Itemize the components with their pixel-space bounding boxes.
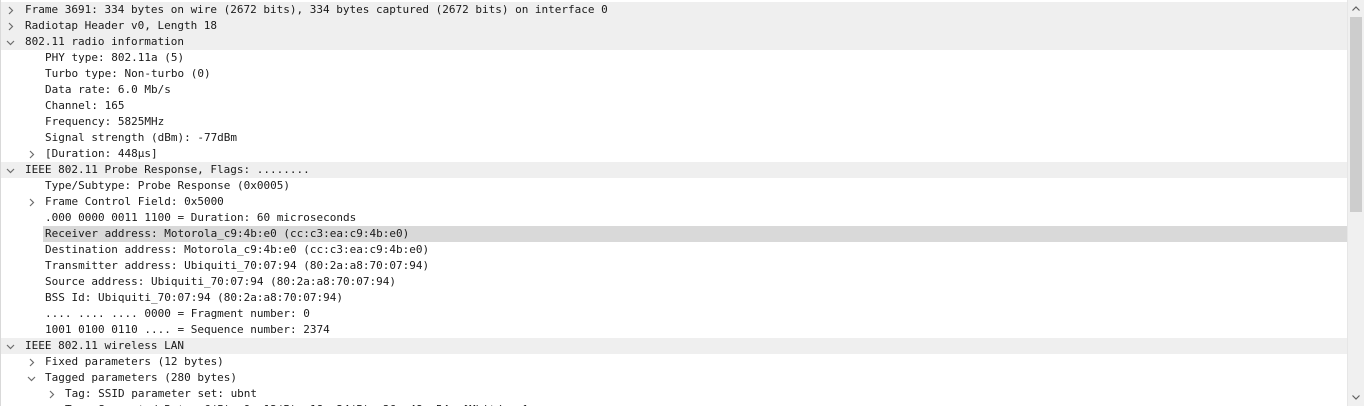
tree-row-label: Destination address: Motorola_c9:4b:e0 (…: [45, 243, 430, 256]
chevron-right-icon[interactable]: [45, 386, 57, 402]
chevron-right-icon[interactable]: [45, 402, 57, 406]
vertical-scrollbar[interactable]: [1347, 0, 1364, 406]
tree-row-label: Fixed parameters (12 bytes): [45, 355, 224, 368]
tree-row-label: Data rate: 6.0 Mb/s: [45, 83, 171, 96]
tree-row[interactable]: [Duration: 448µs]: [1, 146, 1348, 162]
tree-row[interactable]: Type/Subtype: Probe Response (0x0005): [1, 178, 1348, 194]
tree-row-label: Tag: Supported Rates 6(B), 9, 12(B), 18,…: [63, 402, 531, 406]
tree-row[interactable]: .... .... .... 0000 = Fragment number: 0: [1, 306, 1348, 322]
chevron-right-icon[interactable]: [4, 2, 16, 18]
tree-row-label: Channel: 165: [45, 99, 125, 112]
tree-row-label: PHY type: 802.11a (5): [45, 51, 185, 64]
tree-row[interactable]: Data rate: 6.0 Mb/s: [1, 82, 1348, 98]
tree-row[interactable]: BSS Id: Ubiquiti_70:07:94 (80:2a:a8:70:0…: [1, 290, 1348, 306]
tree-row[interactable]: Frame 3691: 334 bytes on wire (2672 bits…: [1, 2, 1348, 18]
tree-row-label: Source address: Ubiquiti_70:07:94 (80:2a…: [45, 275, 396, 288]
tree-row-label: Frame Control Field: 0x5000: [45, 195, 224, 208]
tree-row[interactable]: Channel: 165: [1, 98, 1348, 114]
packet-details-pane[interactable]: Frame 3691: 334 bytes on wire (2672 bits…: [0, 0, 1364, 406]
tree-row-label: Turbo type: Non-turbo (0): [45, 67, 211, 80]
tree-row[interactable]: PHY type: 802.11a (5): [1, 50, 1348, 66]
chevron-right-icon[interactable]: [4, 18, 16, 34]
chevron-down-icon[interactable]: [4, 34, 16, 50]
packet-details-tree[interactable]: Frame 3691: 334 bytes on wire (2672 bits…: [1, 2, 1348, 406]
tree-row[interactable]: Receiver address: Motorola_c9:4b:e0 (cc:…: [1, 226, 1348, 242]
tree-row-label: Receiver address: Motorola_c9:4b:e0 (cc:…: [43, 226, 1348, 242]
tree-row-label: Tagged parameters (280 bytes): [45, 371, 238, 384]
tree-row-label: Radiotap Header v0, Length 18: [25, 19, 218, 32]
tree-row[interactable]: Transmitter address: Ubiquiti_70:07:94 (…: [1, 258, 1348, 274]
tree-row[interactable]: 802.11 radio information: [1, 34, 1348, 50]
chevron-down-icon[interactable]: [4, 338, 16, 354]
tree-row[interactable]: 1001 0100 0110 .... = Sequence number: 2…: [1, 322, 1348, 338]
tree-row-label: Frame 3691: 334 bytes on wire (2672 bits…: [25, 3, 608, 16]
chevron-right-icon[interactable]: [25, 194, 37, 210]
scroll-down-arrow-icon[interactable]: [1348, 389, 1364, 406]
chevron-right-icon[interactable]: [25, 146, 37, 162]
chevron-down-icon[interactable]: [25, 370, 37, 386]
tree-row-label: Signal strength (dBm): -77dBm: [45, 131, 238, 144]
tree-row-label: Frequency: 5825MHz: [45, 115, 165, 128]
tree-row[interactable]: Fixed parameters (12 bytes): [1, 354, 1348, 370]
tree-row-label: [Duration: 448µs]: [45, 147, 158, 160]
tree-row-label: 802.11 radio information: [25, 35, 184, 48]
scrollbar-thumb[interactable]: [1350, 17, 1362, 212]
tree-row[interactable]: Frequency: 5825MHz: [1, 114, 1348, 130]
tree-row-label: IEEE 802.11 Probe Response, Flags: .....…: [25, 163, 310, 176]
tree-row-label: IEEE 802.11 wireless LAN: [25, 339, 184, 352]
tree-row[interactable]: IEEE 802.11 Probe Response, Flags: .....…: [1, 162, 1348, 178]
tree-row[interactable]: Source address: Ubiquiti_70:07:94 (80:2a…: [1, 274, 1348, 290]
tree-row[interactable]: Destination address: Motorola_c9:4b:e0 (…: [1, 242, 1348, 258]
tree-row-label: BSS Id: Ubiquiti_70:07:94 (80:2a:a8:70:0…: [45, 291, 344, 304]
tree-row[interactable]: .000 0000 0011 1100 = Duration: 60 micro…: [1, 210, 1348, 226]
tree-row[interactable]: Frame Control Field: 0x5000: [1, 194, 1348, 210]
tree-row[interactable]: Signal strength (dBm): -77dBm: [1, 130, 1348, 146]
tree-row-label: .000 0000 0011 1100 = Duration: 60 micro…: [45, 211, 357, 224]
tree-row-label: Tag: SSID parameter set: ubnt: [65, 387, 258, 400]
chevron-right-icon[interactable]: [25, 354, 37, 370]
tree-row[interactable]: Radiotap Header v0, Length 18: [1, 18, 1348, 34]
scroll-up-arrow-icon[interactable]: [1348, 0, 1364, 17]
chevron-down-icon[interactable]: [4, 162, 16, 178]
tree-row[interactable]: Tag: Supported Rates 6(B), 9, 12(B), 18,…: [1, 402, 1348, 406]
tree-row-label: Transmitter address: Ubiquiti_70:07:94 (…: [45, 259, 430, 272]
tree-row-label: Type/Subtype: Probe Response (0x0005): [45, 179, 291, 192]
tree-row-label: .... .... .... 0000 = Fragment number: 0: [45, 307, 310, 320]
tree-row[interactable]: IEEE 802.11 wireless LAN: [1, 338, 1348, 354]
tree-row[interactable]: Tagged parameters (280 bytes): [1, 370, 1348, 386]
tree-row[interactable]: Turbo type: Non-turbo (0): [1, 66, 1348, 82]
tree-row-label: 1001 0100 0110 .... = Sequence number: 2…: [45, 323, 330, 336]
tree-row[interactable]: Tag: SSID parameter set: ubnt: [1, 386, 1348, 402]
